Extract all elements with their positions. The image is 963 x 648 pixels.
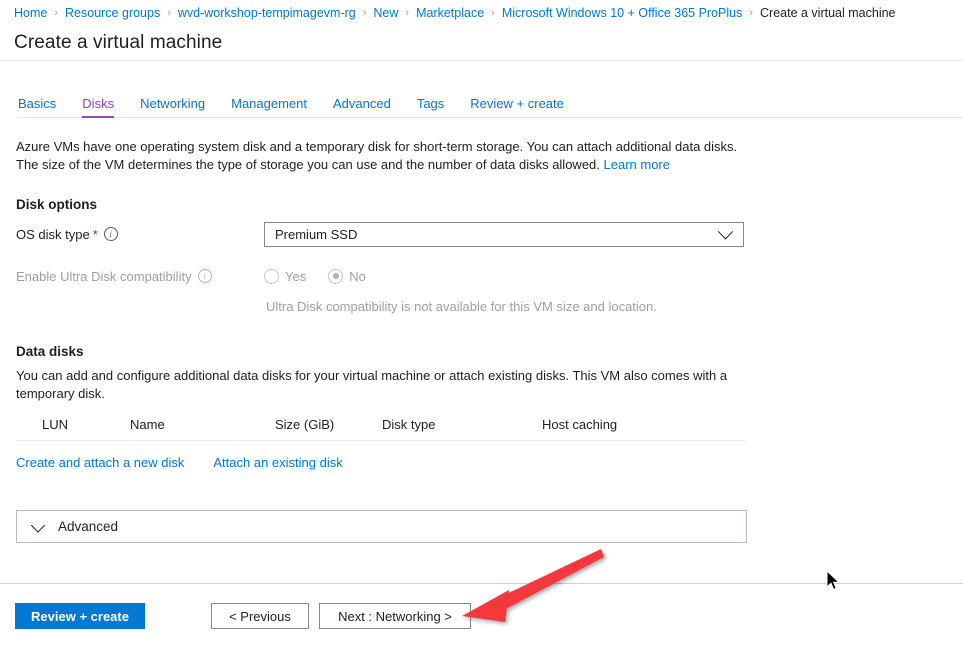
breadcrumb-separator-icon: › — [405, 6, 410, 19]
tab-networking[interactable]: Networking — [140, 96, 205, 118]
tab-review-create[interactable]: Review + create — [470, 96, 564, 118]
column-header-size: Size (GiB) — [275, 415, 382, 441]
info-icon[interactable]: i — [197, 269, 212, 283]
column-header-name: Name — [130, 415, 275, 441]
os-disk-type-label: OS disk type — [16, 226, 90, 242]
data-disks-description-line2: temporary disk. — [16, 386, 105, 401]
breadcrumb-item-current: Create a virtual machine — [760, 5, 896, 20]
advanced-section-label: Advanced — [58, 519, 119, 534]
os-disk-type-value: Premium SSD — [275, 226, 358, 242]
radio-circle-icon — [264, 268, 279, 284]
table-header-row: LUN Name Size (GiB) Disk type Host cachi… — [16, 415, 746, 441]
breadcrumb-item-resource-group-name[interactable]: wvd-workshop-tempimagevm-rg — [178, 6, 356, 20]
disks-intro-line2: The size of the VM determines the type o… — [16, 157, 600, 172]
breadcrumb-separator-icon: › — [54, 6, 59, 19]
ultra-disk-radio-no-label: No — [349, 268, 366, 284]
next-networking-button[interactable]: Next : Networking > — [319, 603, 471, 629]
data-disks-table: LUN Name Size (GiB) Disk type Host cachi… — [16, 415, 746, 441]
disks-intro-line1: Azure VMs have one operating system disk… — [16, 139, 738, 154]
review-create-button[interactable]: Review + create — [15, 603, 145, 629]
column-header-lun: LUN — [16, 415, 130, 441]
advanced-section-accordion[interactable]: Advanced — [16, 510, 747, 543]
tab-basics[interactable]: Basics — [18, 96, 56, 118]
column-header-disk-type: Disk type — [382, 415, 542, 441]
breadcrumb-separator-icon: › — [362, 6, 367, 19]
previous-button[interactable]: < Previous — [211, 603, 309, 629]
breadcrumb-separator-icon: › — [167, 6, 171, 19]
breadcrumb-item-resource-groups[interactable]: Resource groups — [65, 6, 160, 20]
info-icon[interactable]: i — [103, 227, 118, 241]
ultra-disk-radio-yes[interactable]: Yes — [264, 268, 307, 284]
ultra-disk-row: Enable Ultra Disk compatibility i Yes No — [16, 262, 963, 290]
ultra-disk-radio-no[interactable]: No — [328, 268, 366, 284]
attach-existing-disk-link[interactable]: Attach an existing disk — [213, 455, 342, 470]
breadcrumb-item-new[interactable]: New — [373, 6, 398, 20]
tab-management[interactable]: Management — [231, 96, 307, 118]
data-disks-description: You can add and configure additional dat… — [16, 367, 741, 403]
wizard-tabs: Basics Disks Networking Management Advan… — [0, 87, 963, 118]
breadcrumb-item-marketplace[interactable]: Marketplace — [416, 6, 484, 20]
tab-advanced[interactable]: Advanced — [333, 96, 391, 118]
disks-pane: Azure VMs have one operating system disk… — [0, 118, 963, 543]
column-header-host-caching: Host caching — [542, 415, 746, 441]
chevron-down-icon — [30, 518, 46, 533]
create-and-attach-new-disk-link[interactable]: Create and attach a new disk — [16, 455, 184, 470]
ultra-disk-label: Enable Ultra Disk compatibility — [16, 268, 192, 284]
radio-circle-selected-icon — [328, 268, 344, 284]
os-disk-type-label-group: OS disk type * i — [16, 227, 264, 242]
ultra-disk-label-group: Enable Ultra Disk compatibility i — [16, 269, 264, 284]
data-disks-actions: Create and attach a new disk Attach an e… — [16, 455, 963, 470]
page-title: Create a virtual machine — [14, 31, 223, 53]
page-header: Create a virtual machine — [0, 25, 963, 61]
data-disks-heading: Data disks — [16, 344, 84, 359]
tab-tags[interactable]: Tags — [417, 96, 444, 118]
breadcrumb-separator-icon: › — [749, 6, 754, 19]
tab-disks[interactable]: Disks — [82, 96, 114, 118]
disk-options-heading: Disk options — [16, 197, 98, 212]
ultra-disk-radio-yes-label: Yes — [285, 268, 307, 284]
os-disk-type-row: OS disk type * i Premium SSD — [16, 220, 963, 248]
learn-more-link[interactable]: Learn more — [604, 157, 670, 172]
os-disk-type-select[interactable]: Premium SSD — [264, 221, 744, 247]
disks-intro-text: Azure VMs have one operating system disk… — [16, 138, 756, 174]
chevron-down-icon — [717, 223, 734, 239]
wizard-footer: Review + create < Previous Next : Networ… — [0, 583, 963, 648]
breadcrumb: Home › Resource groups › wvd-workshop-te… — [0, 0, 963, 25]
data-disks-description-line1: You can add and configure additional dat… — [16, 368, 728, 383]
breadcrumb-item-offer[interactable]: Microsoft Windows 10 + Office 365 ProPlu… — [502, 6, 743, 20]
breadcrumb-separator-icon: › — [491, 6, 495, 19]
required-indicator: * — [92, 226, 98, 242]
ultra-disk-helper-note: Ultra Disk compatibility is not availabl… — [266, 299, 657, 314]
ultra-disk-radio-group: Yes No — [264, 268, 388, 284]
breadcrumb-item-home[interactable]: Home — [14, 6, 47, 20]
